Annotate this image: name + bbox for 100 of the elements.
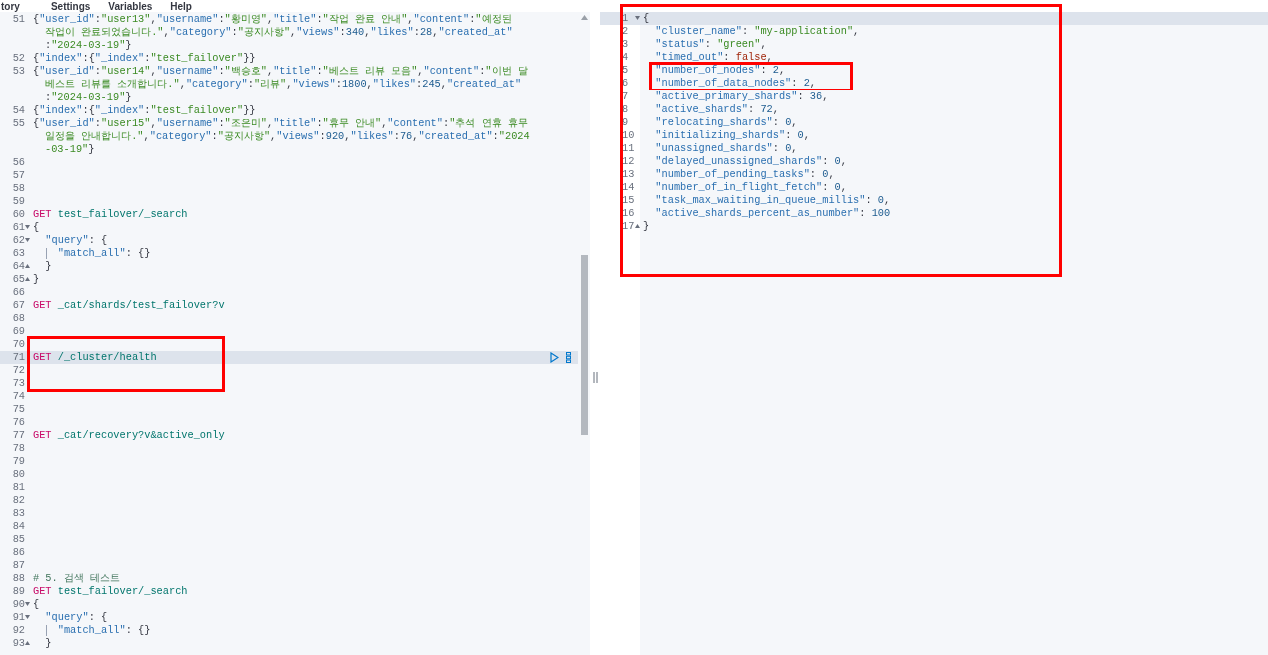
line-number: 13: [622, 168, 635, 181]
line-number: 58: [12, 182, 25, 195]
line-number: 71: [12, 351, 25, 364]
line-number: 82: [12, 494, 25, 507]
code-line: "status": "green",: [655, 38, 767, 50]
code-line: {"index":{"_index":"test_failover"}}: [33, 104, 256, 116]
caret-up-icon[interactable]: [25, 641, 30, 645]
code-line: {: [643, 12, 650, 24]
code-line: GET test_failover/_search: [33, 208, 188, 220]
line-number: 62: [12, 234, 25, 247]
line-number: 52: [12, 52, 25, 65]
code-line: :"2024-03-19"}: [45, 39, 132, 51]
line-number: 90: [12, 598, 25, 611]
code-line: 작업이 완료되었습니다.","category":"공지사항","views":340,"likes":28,"created_at": [45, 26, 513, 38]
menu-item[interactable]: Variables: [99, 1, 162, 12]
line-number: 61: [12, 221, 25, 234]
line-number: 78: [12, 442, 25, 455]
caret-down-icon[interactable]: [25, 615, 30, 619]
code-line: }: [33, 273, 40, 285]
code-line: "match_all": {}: [57, 247, 151, 259]
code-line: "active_shards": 72,: [655, 103, 779, 115]
code-line: "delayed_unassigned_shards": 0,: [655, 155, 847, 167]
code-line: "relocating_shards": 0,: [655, 116, 798, 128]
line-number: 89: [12, 585, 25, 598]
line-number: 91: [12, 611, 25, 624]
code-line: 베스트 리뷰를 소개합니다.","category":"리뷰","views":1800,"likes":245,"created_at": [45, 78, 522, 90]
line-number: 10: [622, 129, 635, 142]
line-number: 87: [12, 559, 25, 572]
line-number: 86: [12, 546, 25, 559]
caret-up-icon[interactable]: [635, 224, 640, 228]
line-number: 80: [12, 468, 25, 481]
line-number: 53: [12, 65, 25, 78]
line-number: 75: [12, 403, 25, 416]
line-number: 93: [12, 637, 25, 650]
caret-down-icon[interactable]: [25, 602, 30, 606]
line-number: 79: [12, 455, 25, 468]
line-number: 15: [622, 194, 635, 207]
line-number: 17: [622, 220, 635, 233]
line-number: 63: [12, 247, 25, 260]
code-line: 일정을 안내합니다.","category":"공지사항","views":920,"likes":76,"created_at":"2024: [45, 130, 530, 142]
line-number: 76: [12, 416, 25, 429]
line-number: 59: [12, 195, 25, 208]
line-number: 64: [12, 260, 25, 273]
line-number: 60: [12, 208, 25, 221]
line-number: 9: [622, 116, 629, 129]
line-number: 11: [622, 142, 635, 155]
code-line: }: [643, 220, 650, 232]
scrollbar-thumb[interactable]: [580, 255, 588, 435]
caret-down-icon[interactable]: [25, 225, 30, 229]
code-line: {: [33, 221, 40, 233]
code-line: {"user_id":"user13","username":"황미영","title":"작업 완료 안내","content":"예정된: [33, 13, 512, 25]
line-number: 5: [622, 64, 629, 77]
scroll-up-icon[interactable]: [580, 15, 588, 20]
line-number: 7: [622, 90, 629, 103]
caret-up-icon[interactable]: [25, 277, 30, 281]
line-number: 85: [12, 533, 25, 546]
code-line: "active_shards_percent_as_number": 100: [655, 207, 891, 219]
line-number: 57: [12, 169, 25, 182]
play-icon[interactable]: [550, 352, 559, 363]
code-line: "match_all": {}: [57, 624, 151, 636]
code-line: -03-19"}: [45, 143, 95, 155]
menu-item[interactable]: tory: [0, 1, 42, 12]
line-number: 66: [12, 286, 25, 299]
line-number: 88: [12, 572, 25, 585]
line-number: 14: [622, 181, 635, 194]
code-line: {"index":{"_index":"test_failover"}}: [33, 52, 256, 64]
code-line: {"user_id":"user15","username":"조은미","title":"휴무 안내","content":"추석 연휴 휴무: [33, 117, 528, 129]
line-number: 2: [622, 25, 629, 38]
caret-up-icon[interactable]: [25, 264, 30, 268]
code-line: GET _cat/recovery?v&active_only: [33, 429, 225, 441]
code-line: GET _cat/shards/test_failover?v: [33, 299, 225, 311]
menu-item[interactable]: Settings: [41, 1, 100, 12]
line-number: 70: [12, 338, 25, 351]
code-line: "unassigned_shards": 0,: [655, 142, 798, 154]
code-line: }: [45, 260, 52, 272]
line-number: 56: [12, 156, 25, 169]
code-line: {"user_id":"user14","username":"백승호","title":"베스트 리뷰 모음","content":"이번 달: [33, 65, 528, 77]
line-number: 69: [12, 325, 25, 338]
more-icon[interactable]: [566, 352, 571, 363]
line-number: 68: [12, 312, 25, 325]
line-number: 84: [12, 520, 25, 533]
line-number: 3: [622, 38, 629, 51]
code-line: "timed_out": false,: [655, 51, 773, 63]
line-number: 73: [12, 377, 25, 390]
menu-item[interactable]: Help: [161, 1, 201, 12]
caret-down-icon[interactable]: [25, 238, 30, 242]
line-number: 92: [12, 624, 25, 637]
code-line: GET test_failover/_search: [33, 585, 188, 597]
line-number: 55: [12, 117, 25, 130]
code-line: "active_primary_shards": 36,: [655, 90, 829, 102]
line-number: 8: [622, 103, 629, 116]
caret-down-icon[interactable]: [635, 16, 640, 20]
code-line: {: [33, 598, 40, 610]
resize-handle[interactable]: [592, 372, 598, 383]
line-number: 54: [12, 104, 25, 117]
code-line: "query": {: [45, 234, 108, 246]
line-number: 1: [622, 12, 629, 25]
line-number: 4: [622, 51, 629, 64]
code-line: "task_max_waiting_in_queue_millis": 0,: [655, 194, 891, 206]
line-number: 77: [12, 429, 25, 442]
